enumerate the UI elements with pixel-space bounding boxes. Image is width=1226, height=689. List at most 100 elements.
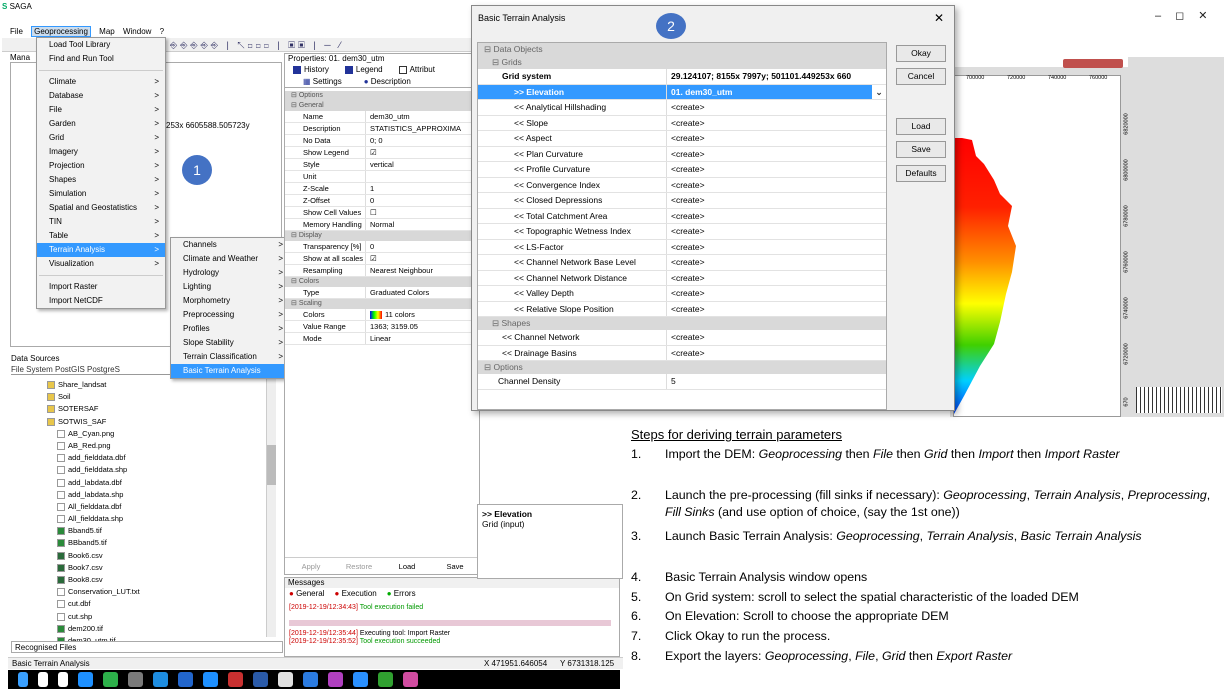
geo-menu-item[interactable]: Climate > xyxy=(37,75,165,89)
terrain-submenu-item[interactable]: Lighting > xyxy=(171,280,289,294)
taskbar-app-icon[interactable] xyxy=(128,672,143,687)
channel-density-row[interactable]: Channel Density 5 xyxy=(478,374,886,390)
taskbar-app-icon[interactable] xyxy=(303,672,318,687)
terrain-submenu-item[interactable]: Channels > xyxy=(171,238,289,252)
taskbar-app-icon[interactable] xyxy=(203,672,218,687)
taskbar-app-icon[interactable] xyxy=(228,672,243,687)
output-grid-row[interactable]: << Relative Slope Position <create> xyxy=(478,301,886,317)
taskbar-app-icon[interactable] xyxy=(58,672,68,687)
geo-menu-item[interactable]: Find and Run Tool xyxy=(37,52,165,66)
taskbar-app-icon[interactable] xyxy=(78,672,93,687)
geo-menu-item[interactable]: Garden > xyxy=(37,117,165,131)
geo-menu-item[interactable]: Simulation > xyxy=(37,187,165,201)
file-tree-item[interactable]: add_fielddata.shp xyxy=(11,464,276,476)
output-grid-row[interactable]: << Topographic Wetness Index <create> xyxy=(478,224,886,240)
geo-menu-item[interactable]: Visualization > xyxy=(37,257,165,271)
taskbar-app-icon[interactable] xyxy=(378,672,393,687)
file-tree-item[interactable]: AB_Red.png xyxy=(11,440,276,452)
file-tree-item[interactable]: cut.shp xyxy=(11,611,276,623)
property-section-header[interactable]: ⊟ Options xyxy=(285,91,479,101)
recognised-files-select[interactable]: Recognised Files xyxy=(11,641,283,653)
taskbar-app-icon[interactable] xyxy=(328,672,343,687)
property-row[interactable]: Unit xyxy=(285,171,479,183)
file-tree-item[interactable]: Bband5.tif xyxy=(11,525,276,537)
elevation-row[interactable]: >> Elevation 01. dem30_utm ⌄ xyxy=(478,84,886,100)
output-grid-row[interactable]: << Channel Network Base Level <create> xyxy=(478,255,886,271)
dialog-load-button[interactable]: Load xyxy=(896,118,946,135)
property-section-header[interactable]: ⊟ Colors xyxy=(285,277,479,287)
terrain-submenu-item[interactable]: Hydrology > xyxy=(171,266,289,280)
file-tree-item[interactable]: add_fielddata.dbf xyxy=(11,452,276,464)
output-shape-row[interactable]: << Channel Network <create> xyxy=(478,330,886,346)
geo-menu-item[interactable]: Table > xyxy=(37,229,165,243)
property-row[interactable]: Show Legend ☑ xyxy=(285,147,479,159)
output-grid-row[interactable]: << Analytical Hillshading <create> xyxy=(478,100,886,116)
map-canvas[interactable] xyxy=(953,75,1121,417)
property-row[interactable]: Memory Handling Normal xyxy=(285,219,479,231)
tab-settings[interactable]: ▦ Settings xyxy=(303,76,342,87)
menu-help[interactable]: ? xyxy=(160,27,164,36)
file-tree-item[interactable]: All_fielddata.dbf xyxy=(11,501,276,513)
output-grid-row[interactable]: << Channel Network Distance <create> xyxy=(478,270,886,286)
menu-map[interactable]: Map xyxy=(99,27,115,36)
taskbar-app-icon[interactable] xyxy=(38,672,48,687)
property-row[interactable]: Z-Offset 0 xyxy=(285,195,479,207)
file-tree-item[interactable]: All_fielddata.shp xyxy=(11,513,276,525)
taskbar-app-icon[interactable] xyxy=(403,672,418,687)
geo-menu-item[interactable]: File > xyxy=(37,103,165,117)
terrain-submenu-item[interactable]: Climate and Weather > xyxy=(171,252,289,266)
file-tree-item[interactable]: SOTERSAF xyxy=(11,403,276,415)
geo-menu-item[interactable]: Spatial and Geostatistics > xyxy=(37,201,165,215)
minimize-icon[interactable]: – xyxy=(1155,10,1175,22)
property-row[interactable]: Value Range 1363; 3159.05 xyxy=(285,321,479,333)
output-grid-row[interactable]: << Slope <create> xyxy=(478,115,886,131)
property-row[interactable]: Show at all scales ☑ xyxy=(285,253,479,265)
geo-menu-item[interactable]: Projection > xyxy=(37,159,165,173)
tab-execution[interactable]: ● Execution xyxy=(335,588,377,600)
taskbar-app-icon[interactable] xyxy=(278,672,293,687)
dialog-close-icon[interactable]: ✕ xyxy=(934,11,944,25)
file-tree-item[interactable]: Share_landsat xyxy=(11,379,276,391)
output-grid-row[interactable]: << Profile Curvature <create> xyxy=(478,162,886,178)
property-row[interactable]: Resampling Nearest Neighbour xyxy=(285,265,479,277)
property-row[interactable]: Transparency [%] 0 xyxy=(285,241,479,253)
output-grid-row[interactable]: << Valley Depth <create> xyxy=(478,286,886,302)
taskbar-app-icon[interactable] xyxy=(18,672,28,687)
property-row[interactable]: No Data 0; 0 xyxy=(285,135,479,147)
tab-legend[interactable]: Legend xyxy=(344,64,383,76)
output-grid-row[interactable]: << LS-Factor <create> xyxy=(478,239,886,255)
map-window-controls[interactable] xyxy=(1063,59,1123,68)
property-row[interactable]: Description STATISTICS_APPROXIMA xyxy=(285,123,479,135)
tab-attributes[interactable]: Attribut xyxy=(398,64,435,76)
grid-system-row[interactable]: Grid system 29.124107; 8155x 7997y; 5011… xyxy=(478,69,886,85)
property-row[interactable]: Style vertical xyxy=(285,159,479,171)
file-tree-item[interactable]: add_labdata.dbf xyxy=(11,477,276,489)
defaults-button[interactable]: Defaults xyxy=(896,165,946,182)
geo-menu-item[interactable]: Grid > xyxy=(37,131,165,145)
output-grid-row[interactable]: << Total Catchment Area <create> xyxy=(478,208,886,224)
geo-menu-item[interactable]: Imagery > xyxy=(37,145,165,159)
restore-button[interactable]: Restore xyxy=(337,560,381,573)
property-row[interactable]: Show Cell Values ☐ xyxy=(285,207,479,219)
property-section-header[interactable]: ⊟ General xyxy=(285,101,479,111)
terrain-submenu-item[interactable]: Preprocessing > xyxy=(171,308,289,322)
terrain-submenu-item[interactable]: Slope Stability > xyxy=(171,336,289,350)
dialog-save-button[interactable]: Save xyxy=(896,141,946,158)
file-tree-item[interactable]: cut.dbf xyxy=(11,598,276,610)
file-tree-item[interactable]: Book7.csv xyxy=(11,562,276,574)
terrain-submenu-item[interactable]: Morphometry > xyxy=(171,294,289,308)
apply-button[interactable]: Apply xyxy=(289,560,333,573)
property-row[interactable]: Type Graduated Colors xyxy=(285,287,479,299)
file-tree-item[interactable]: SOTWIS_SAF xyxy=(11,416,276,428)
output-grid-row[interactable]: << Aspect <create> xyxy=(478,131,886,147)
property-row[interactable]: Colors 11 colors xyxy=(285,309,479,321)
terrain-submenu-item[interactable]: Terrain Classification > xyxy=(171,350,289,364)
geo-menu-item[interactable]: Import Raster xyxy=(37,280,165,294)
close-icon[interactable]: ✕ xyxy=(1198,10,1221,22)
terrain-submenu-item[interactable]: Basic Terrain Analysis xyxy=(171,364,289,378)
file-tree-item[interactable]: dem200.tif xyxy=(11,623,276,635)
property-section-header[interactable]: ⊟ Display xyxy=(285,231,479,241)
taskbar-app-icon[interactable] xyxy=(253,672,268,687)
maximize-icon[interactable]: ◻ xyxy=(1175,10,1198,22)
tab-description[interactable]: ● Description xyxy=(364,76,411,87)
